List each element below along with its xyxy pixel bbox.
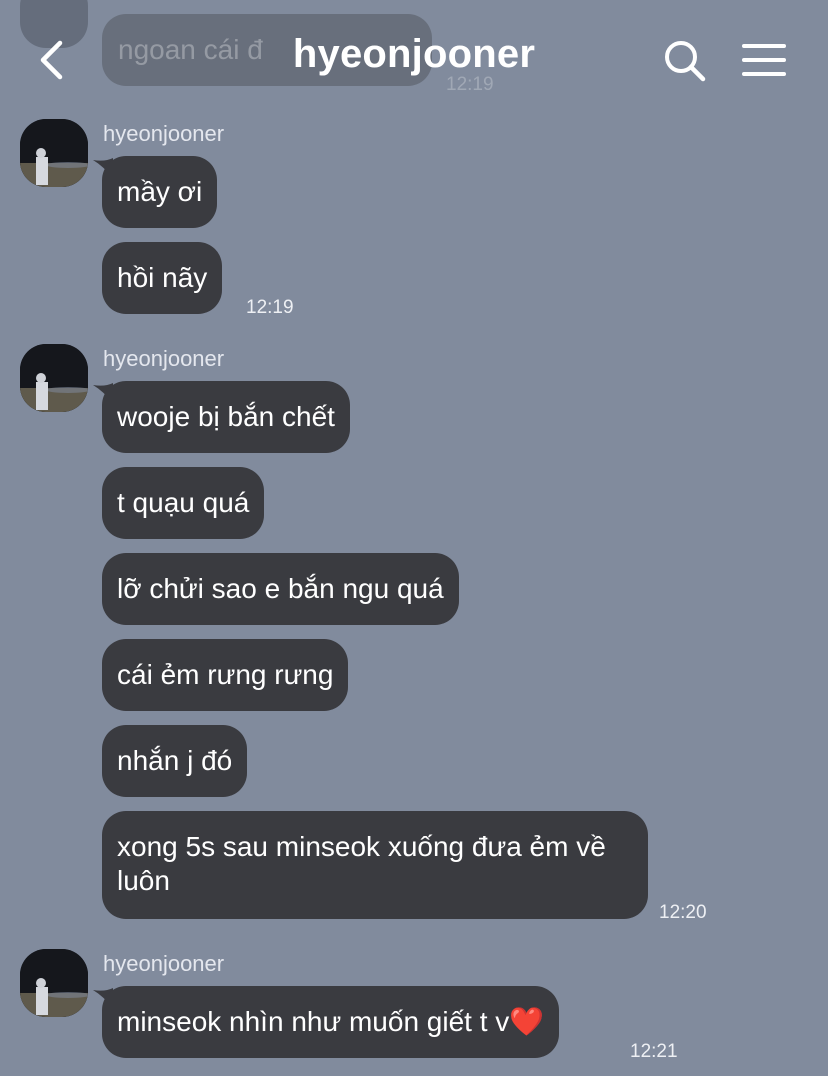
message-bubble[interactable]: xong 5s sau minseok xuống đưa ẻm về luôn — [102, 811, 648, 919]
message-bubble[interactable]: wooje bị bắn chết — [102, 381, 350, 453]
avatar[interactable] — [20, 119, 88, 187]
sender-name: hyeonjooner — [103, 951, 225, 976]
message-bubble[interactable]: cái ẻm rưng rưng — [102, 639, 349, 711]
menu-icon — [742, 44, 786, 76]
message-bubble[interactable]: hồi nãy — [102, 242, 223, 314]
search-icon — [665, 41, 706, 82]
avatar[interactable] — [20, 344, 88, 412]
message-bubble[interactable]: t quạu quá — [102, 467, 265, 539]
profile-photo-icon — [20, 344, 88, 412]
avatar[interactable] — [20, 949, 88, 1017]
profile-photo-icon — [20, 949, 88, 1017]
search-button[interactable] — [662, 38, 708, 84]
sender-name: hyeonjooner — [103, 346, 225, 371]
message-bubble[interactable]: lỡ chửi sao e bắn ngu quá — [102, 553, 459, 625]
message-bubble[interactable]: minseok nhìn như muốn giết t v❤️ — [102, 986, 560, 1058]
sender-name: hyeonjooner — [103, 121, 225, 146]
message-bubble[interactable]: nhắn j đó — [102, 725, 248, 797]
message-bubble[interactable]: mầy ơi — [102, 156, 218, 228]
message-time: 12:20 — [659, 902, 707, 923]
chat-header: hyeonjooner — [0, 0, 828, 118]
menu-button[interactable] — [740, 40, 788, 80]
profile-photo-icon — [20, 119, 88, 187]
message-time: 12:21 — [630, 1041, 678, 1062]
message-time: 12:19 — [246, 297, 294, 318]
